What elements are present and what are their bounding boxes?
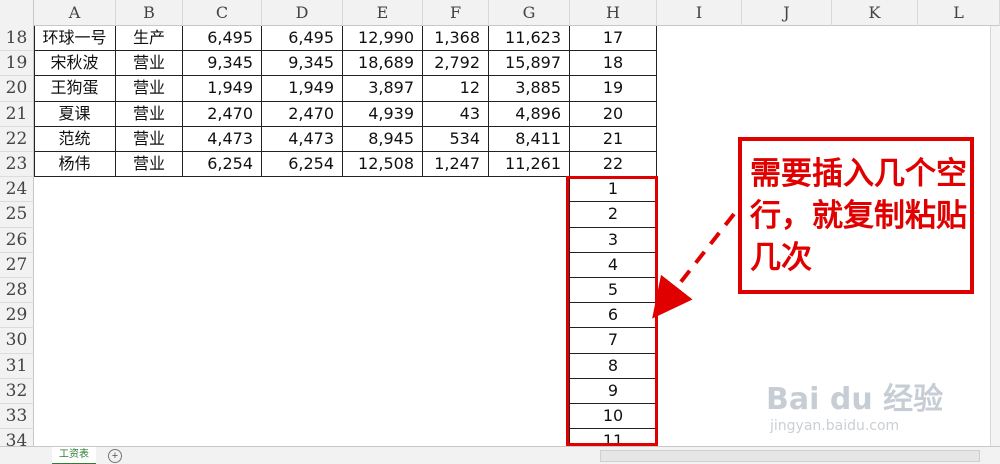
amount-cell[interactable]: 15,897 (489, 51, 570, 77)
column-header-row: ABCDEFGHIJKL (0, 0, 1000, 26)
row-header[interactable]: 30 (0, 328, 34, 354)
amount-cell[interactable]: 9,345 (183, 51, 262, 77)
amount-cell[interactable]: 8,411 (489, 126, 570, 152)
amount-cell[interactable]: 2,470 (183, 101, 262, 127)
callout-text: 需要插入几个空行，就复制粘贴几次 (750, 156, 967, 276)
amount-cell[interactable]: 2,470 (262, 101, 343, 127)
row-header[interactable]: 20 (0, 76, 34, 102)
row-header[interactable]: 27 (0, 252, 34, 278)
amount-cell[interactable]: 9,345 (262, 51, 343, 77)
row-header[interactable]: 23 (0, 152, 34, 178)
row-header[interactable]: 29 (0, 303, 34, 329)
amount-cell[interactable]: 4,939 (343, 101, 423, 127)
department-cell[interactable]: 营业 (116, 76, 183, 102)
amount-cell[interactable]: 8,945 (343, 126, 423, 152)
department-cell[interactable]: 营业 (116, 126, 183, 152)
row-header[interactable]: 18 (0, 26, 34, 52)
sequence-cell[interactable]: 20 (570, 101, 657, 127)
column-header-h[interactable]: H (570, 0, 657, 26)
select-all-corner[interactable] (0, 0, 34, 26)
column-header-a[interactable]: A (34, 0, 116, 26)
name-cell[interactable]: 范统 (34, 126, 116, 152)
amount-cell[interactable]: 2,792 (423, 51, 489, 77)
row-header[interactable]: 32 (0, 378, 34, 404)
sheet-tab-bar: 工资表 + (0, 446, 1000, 464)
row-header[interactable]: 28 (0, 278, 34, 304)
sequence-cell[interactable]: 19 (570, 76, 657, 102)
amount-cell[interactable]: 12 (423, 76, 489, 102)
selected-range-highlight (566, 176, 658, 446)
column-header-e[interactable]: E (343, 0, 423, 26)
row-header[interactable]: 26 (0, 227, 34, 253)
vertical-scrollbar[interactable] (990, 26, 1000, 446)
name-cell[interactable]: 环球一号 (34, 26, 116, 52)
sequence-cell[interactable]: 17 (570, 26, 657, 52)
amount-cell[interactable]: 6,254 (262, 152, 343, 178)
department-cell[interactable]: 营业 (116, 101, 183, 127)
row-header[interactable]: 31 (0, 353, 34, 379)
name-cell[interactable]: 夏课 (34, 101, 116, 127)
amount-cell[interactable]: 1,368 (423, 26, 489, 52)
row-header[interactable]: 21 (0, 101, 34, 127)
column-header-f[interactable]: F (423, 0, 489, 26)
sequence-cell[interactable]: 21 (570, 126, 657, 152)
horizontal-scrollbar[interactable] (600, 450, 980, 462)
amount-cell[interactable]: 1,247 (423, 152, 489, 178)
name-cell[interactable]: 王狗蛋 (34, 76, 116, 102)
amount-cell[interactable]: 3,885 (489, 76, 570, 102)
row-header[interactable]: 19 (0, 51, 34, 77)
name-cell[interactable]: 宋秋波 (34, 51, 116, 77)
amount-cell[interactable]: 3,897 (343, 76, 423, 102)
amount-cell[interactable]: 534 (423, 126, 489, 152)
column-header-b[interactable]: B (116, 0, 183, 26)
amount-cell[interactable]: 11,623 (489, 26, 570, 52)
column-header-c[interactable]: C (183, 0, 262, 26)
watermark-url: jingyan.baidu.com (770, 418, 900, 434)
name-cell[interactable]: 杨伟 (34, 152, 116, 178)
department-cell[interactable]: 营业 (116, 152, 183, 178)
watermark-brand: Bai du 经验 (766, 382, 944, 417)
amount-cell[interactable]: 12,990 (343, 26, 423, 52)
row-header[interactable]: 22 (0, 126, 34, 152)
column-header-g[interactable]: G (489, 0, 570, 26)
department-cell[interactable]: 营业 (116, 51, 183, 77)
plus-icon[interactable]: + (108, 449, 122, 463)
amount-cell[interactable]: 18,689 (343, 51, 423, 77)
baidu-watermark-logo: Bai du 经验 jingyan.baidu.com (760, 370, 960, 440)
column-header-i[interactable]: I (657, 0, 742, 26)
amount-cell[interactable]: 1,949 (262, 76, 343, 102)
annotation-callout: 需要插入几个空行，就复制粘贴几次 (738, 137, 974, 294)
amount-cell[interactable]: 6,495 (183, 26, 262, 52)
row-header[interactable]: 33 (0, 404, 34, 430)
amount-cell[interactable]: 4,473 (183, 126, 262, 152)
amount-cell[interactable]: 43 (423, 101, 489, 127)
amount-cell[interactable]: 6,254 (183, 152, 262, 178)
sequence-cell[interactable]: 18 (570, 51, 657, 77)
spreadsheet: ABCDEFGHIJKL 18 19 20 21 22 23 24 25 26 27 28 29 30 3… (0, 0, 1000, 464)
amount-cell[interactable]: 6,495 (262, 26, 343, 52)
row-header[interactable]: 25 (0, 202, 34, 228)
column-header-j[interactable]: J (742, 0, 832, 26)
amount-cell[interactable]: 1,949 (183, 76, 262, 102)
amount-cell[interactable]: 12,508 (343, 152, 423, 178)
column-header-d[interactable]: D (262, 0, 343, 26)
row-header[interactable]: 24 (0, 177, 34, 203)
column-header-k[interactable]: K (832, 0, 918, 26)
amount-cell[interactable]: 4,473 (262, 126, 343, 152)
table-left-border (34, 26, 35, 178)
amount-cell[interactable]: 4,896 (489, 101, 570, 127)
sheet-tab-gongzibiao[interactable]: 工资表 (52, 447, 96, 464)
column-header-l[interactable]: L (918, 0, 1000, 26)
department-cell[interactable]: 生产 (116, 26, 183, 52)
amount-cell[interactable]: 11,261 (489, 152, 570, 178)
sequence-cell[interactable]: 22 (570, 152, 657, 178)
